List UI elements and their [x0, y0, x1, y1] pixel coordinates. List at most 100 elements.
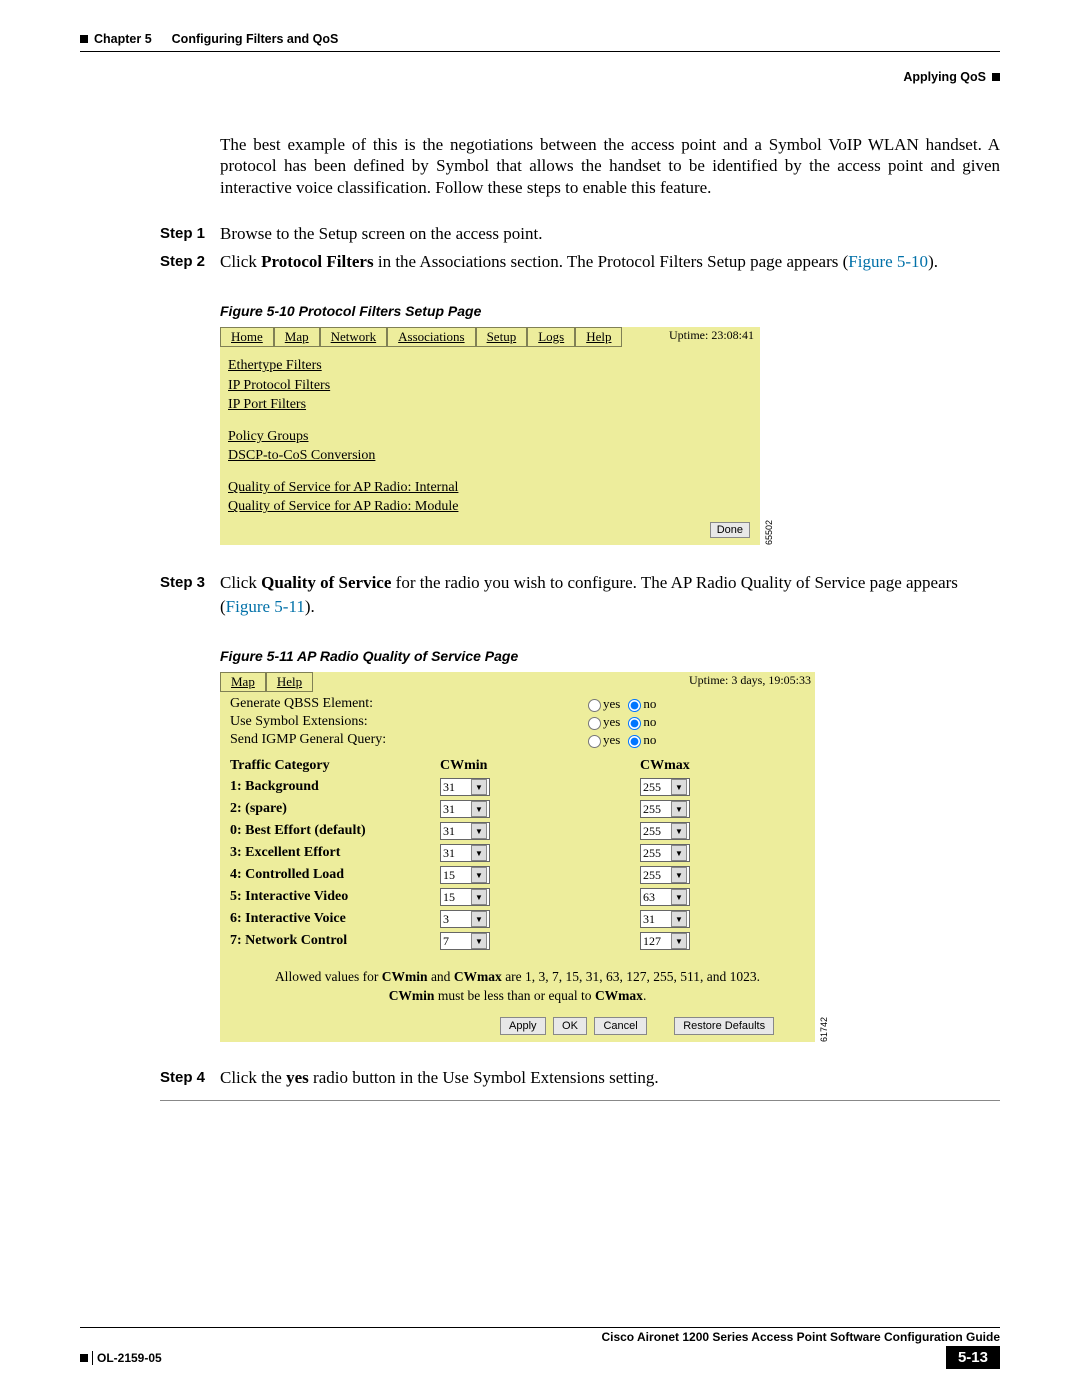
note-cwmax: CWmax: [454, 969, 502, 984]
radio-yes[interactable]: [588, 717, 601, 730]
step-body: Click Quality of Service for the radio y…: [220, 571, 1000, 619]
step4-post: radio button in the Use Symbol Extension…: [309, 1068, 659, 1087]
doc-number: OL-2159-05: [97, 1351, 162, 1365]
nav-setup[interactable]: Setup: [476, 327, 528, 347]
radio-yes[interactable]: [588, 699, 601, 712]
tc-name: 3: Excellent Effort: [230, 845, 440, 861]
step3-post: ).: [305, 597, 315, 616]
tc-row: 5: Interactive Video15▼63▼: [230, 888, 805, 906]
cwmax-select[interactable]: 255▼: [640, 866, 690, 884]
ok-button[interactable]: OK: [553, 1017, 587, 1035]
guide-title: Cisco Aironet 1200 Series Access Point S…: [601, 1330, 1000, 1344]
protocol-filters-panel: Home Map Network Associations Setup Logs…: [220, 327, 760, 545]
nav-help[interactable]: Help: [266, 672, 313, 692]
link-qos-internal[interactable]: Quality of Service for AP Radio: Interna…: [228, 479, 752, 497]
step3-bold: Quality of Service: [261, 573, 391, 592]
cwmin-select-value: 31: [443, 780, 455, 795]
cwmin-select[interactable]: 31▼: [440, 844, 490, 862]
cwmin-select[interactable]: 15▼: [440, 866, 490, 884]
nav-home[interactable]: Home: [220, 327, 274, 347]
cwmax-cell: 255▼: [640, 778, 690, 796]
cwmax-select-value: 255: [643, 868, 661, 883]
chevron-down-icon: ▼: [671, 845, 687, 861]
chevron-down-icon: ▼: [471, 845, 487, 861]
cwmin-select-value: 31: [443, 802, 455, 817]
nav-map[interactable]: Map: [220, 672, 266, 692]
apply-button[interactable]: Apply: [500, 1017, 546, 1035]
cwmax-select[interactable]: 255▼: [640, 778, 690, 796]
cwmin-select-value: 3: [443, 912, 449, 927]
nav-help[interactable]: Help: [575, 327, 622, 347]
option-radios: yesno: [580, 732, 656, 748]
nav-associations[interactable]: Associations: [387, 327, 475, 347]
link-ip-port-filters[interactable]: IP Port Filters: [228, 396, 752, 414]
cwmax-select[interactable]: 255▼: [640, 822, 690, 840]
cwmin-select-value: 31: [443, 824, 455, 839]
cwmax-select[interactable]: 255▼: [640, 844, 690, 862]
step-body: Browse to the Setup screen on the access…: [220, 222, 1000, 246]
cwmax-cell: 31▼: [640, 910, 690, 928]
radio-no-label: no: [643, 732, 656, 747]
cwmax-select[interactable]: 31▼: [640, 910, 690, 928]
radio-no[interactable]: [628, 699, 641, 712]
link-dscp-cos[interactable]: DSCP-to-CoS Conversion: [228, 447, 752, 465]
radio-yes[interactable]: [588, 735, 601, 748]
nav-map[interactable]: Map: [274, 327, 320, 347]
tc-row: 6: Interactive Voice3▼ 31▼: [230, 910, 805, 928]
radio-yes-label: yes: [603, 696, 620, 711]
tc-name: 6: Interactive Voice: [230, 911, 440, 927]
step3-pre: Click: [220, 573, 261, 592]
section-title: Applying QoS: [903, 70, 986, 84]
cancel-button[interactable]: Cancel: [594, 1017, 646, 1035]
chevron-down-icon: ▼: [671, 933, 687, 949]
figure-ref-link[interactable]: Figure 5-10: [848, 252, 928, 271]
radio-no[interactable]: [628, 735, 641, 748]
cwmax-cell: 63▼: [640, 888, 690, 906]
figure-ref-link[interactable]: Figure 5-11: [226, 597, 305, 616]
link-qos-module[interactable]: Quality of Service for AP Radio: Module: [228, 498, 752, 516]
option-radios: yesno: [580, 714, 656, 730]
cwmin-select[interactable]: 31▼: [440, 778, 490, 796]
cwmin-select[interactable]: 31▼: [440, 822, 490, 840]
cwmax-cell: 255▼: [640, 866, 690, 884]
figure-id: 65502: [764, 520, 774, 545]
nav-network[interactable]: Network: [320, 327, 388, 347]
header-square-icon: [80, 35, 88, 43]
cwmin-select[interactable]: 3▼: [440, 910, 490, 928]
step-label: Step 1: [160, 222, 220, 246]
th-cwmax: CWmax: [640, 758, 690, 774]
note2-cwmin: CWmin: [389, 988, 435, 1003]
cwmax-select[interactable]: 63▼: [640, 888, 690, 906]
uptime-text: Uptime: 3 days, 19:05:33: [685, 672, 815, 692]
option-row: Use Symbol Extensions:yesno: [230, 714, 805, 730]
link-ip-protocol-filters[interactable]: IP Protocol Filters: [228, 377, 752, 395]
footer-square-icon: [80, 1354, 88, 1362]
th-traffic-category: Traffic Category: [230, 758, 440, 774]
cwmax-select[interactable]: 127▼: [640, 932, 690, 950]
done-button[interactable]: Done: [710, 522, 750, 538]
note2-cwmax: CWmax: [595, 988, 643, 1003]
restore-defaults-button[interactable]: Restore Defaults: [674, 1017, 774, 1035]
cwmax-select-value: 255: [643, 780, 661, 795]
option-label: Generate QBSS Element:: [230, 696, 580, 712]
uptime-text: Uptime: 23:08:41: [663, 327, 760, 347]
radio-no[interactable]: [628, 717, 641, 730]
figure-caption: Figure 5-11 AP Radio Quality of Service …: [220, 648, 1000, 664]
cwmax-select[interactable]: 255▼: [640, 800, 690, 818]
note-cwmin: CWmin: [382, 969, 428, 984]
tc-row: 3: Excellent Effort31▼ 255▼: [230, 844, 805, 862]
link-policy-groups[interactable]: Policy Groups: [228, 428, 752, 446]
nav-logs[interactable]: Logs: [527, 327, 575, 347]
cwmin-select-value: 7: [443, 934, 449, 949]
cwmin-cell: 31▼: [440, 778, 640, 796]
link-ethertype-filters[interactable]: Ethertype Filters: [228, 357, 752, 375]
cwmin-cell: 3▼: [440, 910, 640, 928]
cwmin-select[interactable]: 7▼: [440, 932, 490, 950]
tc-row: 1: Background31▼255▼: [230, 778, 805, 796]
step-label: Step 4: [160, 1066, 220, 1090]
cwmin-select[interactable]: 31▼: [440, 800, 490, 818]
cwmin-select[interactable]: 15▼: [440, 888, 490, 906]
tc-name: 2: (spare): [230, 801, 440, 817]
radio-yes-label: yes: [603, 714, 620, 729]
radio-no-label: no: [643, 696, 656, 711]
